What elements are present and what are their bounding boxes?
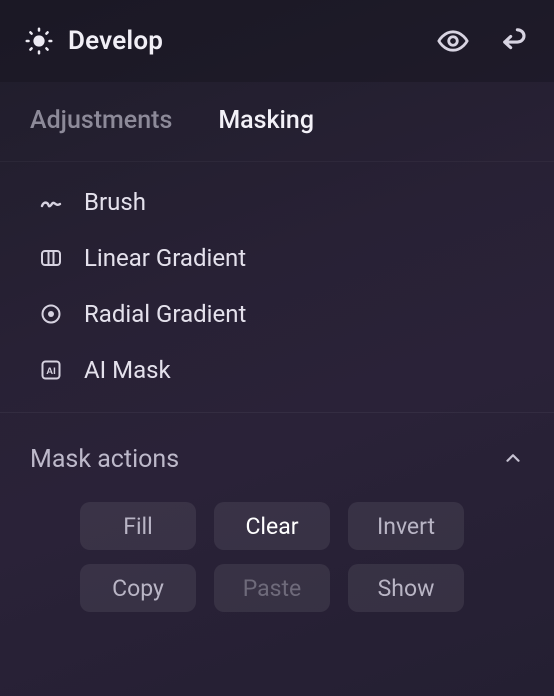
fill-button[interactable]: Fill <box>80 502 196 550</box>
mask-type-linear-gradient[interactable]: Linear Gradient <box>38 244 516 272</box>
develop-sun-icon <box>24 26 54 56</box>
mask-actions-title: Mask actions <box>30 445 179 474</box>
undo-icon[interactable] <box>498 25 530 57</box>
mask-type-ai-mask[interactable]: AI AI Mask <box>38 356 516 384</box>
show-button[interactable]: Show <box>348 564 464 612</box>
chevron-up-icon <box>502 447 524 473</box>
tab-adjustments[interactable]: Adjustments <box>30 106 172 135</box>
mask-types-list: Brush Linear Gradient Radial Gradient AI <box>0 162 554 413</box>
mask-actions-grid: Fill Clear Invert Copy Paste Show <box>0 488 554 612</box>
header-title-wrap: Develop <box>24 26 436 56</box>
invert-button[interactable]: Invert <box>348 502 464 550</box>
header-actions <box>436 24 530 58</box>
ai-mask-icon: AI <box>38 357 64 383</box>
copy-button[interactable]: Copy <box>80 564 196 612</box>
mask-type-radial-label: Radial Gradient <box>84 300 246 328</box>
mask-actions-header[interactable]: Mask actions <box>0 413 554 488</box>
paste-button: Paste <box>214 564 330 612</box>
tab-masking[interactable]: Masking <box>218 106 314 135</box>
develop-header: Develop <box>0 0 554 82</box>
svg-text:AI: AI <box>46 366 56 377</box>
page-title: Develop <box>68 26 163 56</box>
mask-type-radial-gradient[interactable]: Radial Gradient <box>38 300 516 328</box>
radial-gradient-icon <box>38 301 64 327</box>
mask-type-ai-label: AI Mask <box>84 356 171 384</box>
preview-eye-icon[interactable] <box>436 24 470 58</box>
tabs-row: Adjustments Masking <box>0 82 554 162</box>
mask-type-brush[interactable]: Brush <box>38 188 516 216</box>
mask-type-brush-label: Brush <box>84 188 146 216</box>
clear-button[interactable]: Clear <box>214 502 330 550</box>
mask-type-linear-label: Linear Gradient <box>84 244 246 272</box>
linear-gradient-icon <box>38 245 64 271</box>
brush-icon <box>38 189 64 215</box>
